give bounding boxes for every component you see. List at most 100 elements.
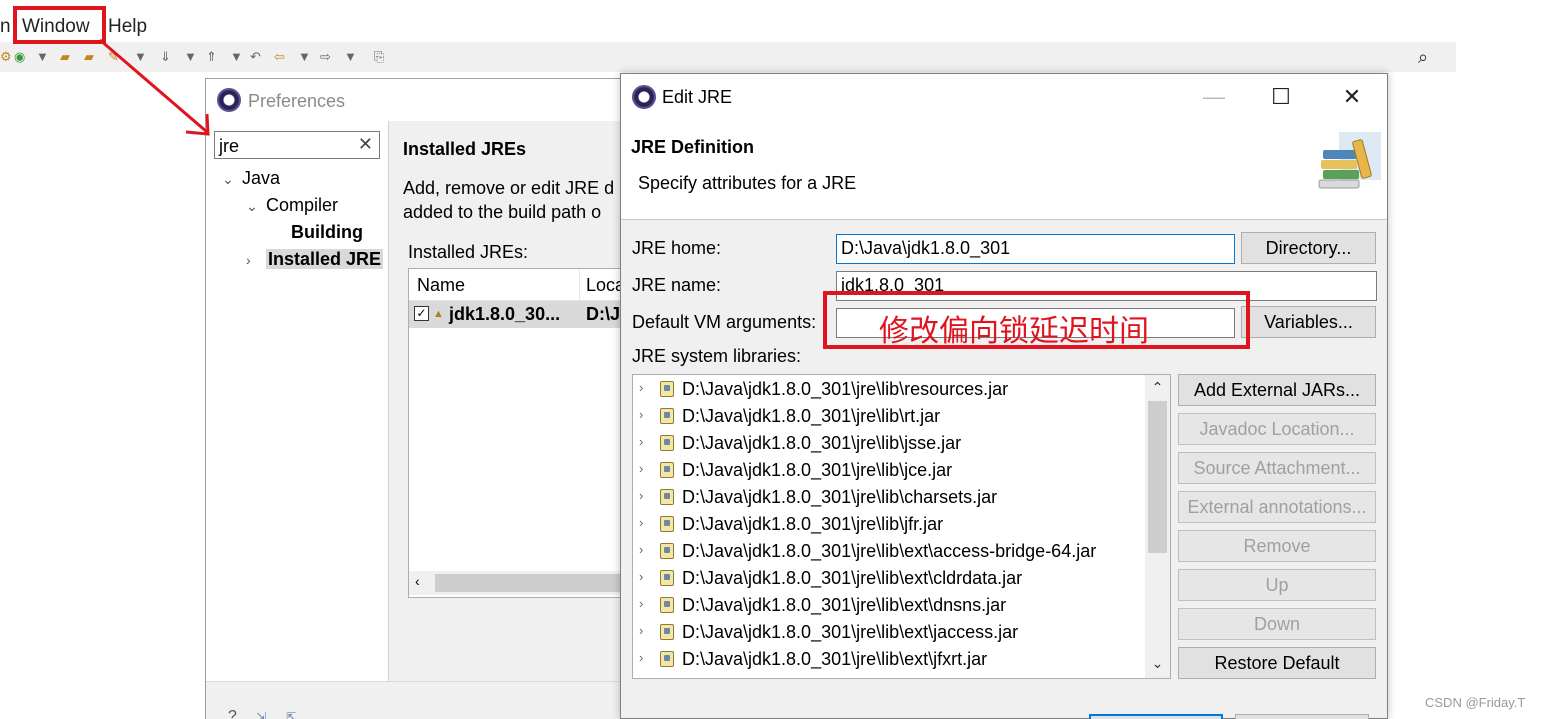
jre-home-input[interactable]: D:\Java\jdk1.8.0_301 <box>836 234 1235 264</box>
filter-input[interactable]: jre ✕ <box>214 131 380 159</box>
wizard-header: JRE Definition Specify attributes for a … <box>621 120 1387 220</box>
header-title: JRE Definition <box>631 137 755 157</box>
back-icon[interactable]: ⇦ <box>274 49 285 65</box>
tree-item-compiler[interactable]: ⌄ Compiler <box>246 195 338 216</box>
external-annotations-button[interactable]: External annotations... <box>1178 491 1376 523</box>
directory-button[interactable]: Directory... <box>1241 232 1376 264</box>
javadoc-location-button[interactable]: Javadoc Location... <box>1178 413 1376 445</box>
last-edit-icon[interactable]: ↶ <box>250 49 261 65</box>
page-description-line1: Add, remove or edit JRE d <box>403 178 615 198</box>
chevron-right-icon[interactable]: › <box>639 380 643 395</box>
chevron-right-icon[interactable]: › <box>639 596 643 611</box>
cancel-button[interactable] <box>1235 714 1369 719</box>
help-icon[interactable]: ? <box>228 708 237 719</box>
chevron-right-icon[interactable]: › <box>639 407 643 422</box>
run-icon[interactable]: ⚙ <box>0 49 12 65</box>
dropdown-icon[interactable]: ▼ <box>298 49 311 64</box>
dropdown-icon[interactable]: ▼ <box>230 49 243 64</box>
up-button[interactable]: Up <box>1178 569 1376 601</box>
dropdown-icon[interactable]: ▼ <box>344 49 357 64</box>
pin-editor-icon[interactable]: ⎘ <box>374 49 384 65</box>
clear-filter-icon[interactable]: ✕ <box>358 134 373 155</box>
list-item[interactable]: › D:\Java\jdk1.8.0_301\jre\lib\jce.jar <box>633 457 1143 484</box>
chevron-right-icon[interactable]: › <box>639 515 643 530</box>
scrollbar-thumb[interactable] <box>1148 401 1167 553</box>
open-type-icon[interactable]: ▰ <box>84 49 94 65</box>
chevron-right-icon[interactable]: › <box>639 542 643 557</box>
close-button[interactable]: ✕ <box>1329 82 1375 112</box>
menu-item-partial[interactable]: n <box>0 16 11 38</box>
page-title: Installed JREs <box>403 139 527 159</box>
list-item[interactable]: › D:\Java\jdk1.8.0_301\jre\lib\ext\jfxrt.… <box>633 646 1143 673</box>
chevron-down-icon[interactable]: ⌄ <box>246 198 266 215</box>
chevron-right-icon[interactable]: › <box>246 252 266 268</box>
installed-jres-table: Name Loca ✓ ▲ jdk1.8.0_30... D:\J ‹ <box>408 268 628 598</box>
libraries-vertical-scrollbar[interactable]: ⌃ ⌄ <box>1145 375 1170 678</box>
down-button[interactable]: Down <box>1178 608 1376 640</box>
dropdown-icon[interactable]: ▼ <box>36 49 49 64</box>
header-subtitle: Specify attributes for a JRE <box>638 173 857 193</box>
chevron-right-icon[interactable]: › <box>639 488 643 503</box>
tree-item-label: Compiler <box>266 195 339 215</box>
list-item[interactable]: › D:\Java\jdk1.8.0_301\jre\lib\ext\dnsns.… <box>633 592 1143 619</box>
source-attachment-button[interactable]: Source Attachment... <box>1178 452 1376 484</box>
chevron-right-icon[interactable]: › <box>639 461 643 476</box>
jar-icon <box>660 462 674 478</box>
list-item[interactable]: › D:\Java\jdk1.8.0_301\jre\lib\ext\access… <box>633 538 1143 565</box>
scrollbar-thumb[interactable] <box>435 574 625 592</box>
search-icon[interactable]: ⌕ <box>1418 47 1428 68</box>
remove-button[interactable]: Remove <box>1178 530 1376 562</box>
edit-jre-title: Edit JRE <box>662 87 733 107</box>
dropdown-icon[interactable]: ▼ <box>184 49 197 64</box>
tree-item-installed-jre[interactable]: › Installed JRE <box>246 249 384 270</box>
jre-name-cell: jdk1.8.0_30... <box>449 304 561 324</box>
chevron-right-icon[interactable]: › <box>639 650 643 665</box>
eclipse-logo-icon <box>217 88 241 112</box>
column-header-name[interactable]: Name <box>417 275 465 296</box>
list-item[interactable]: › D:\Java\jdk1.8.0_301\jre\lib\charsets.j… <box>633 484 1143 511</box>
add-external-jars-button[interactable]: Add External JARs... <box>1178 374 1376 406</box>
list-item[interactable]: › D:\Java\jdk1.8.0_301\jre\lib\jsse.jar <box>633 430 1143 457</box>
chevron-down-icon[interactable]: ⌄ <box>222 171 242 188</box>
chevron-right-icon[interactable]: › <box>639 569 643 584</box>
debug-icon[interactable]: ◉ <box>14 49 25 65</box>
maximize-button[interactable]: ☐ <box>1258 82 1304 112</box>
jre-location-cell: D:\J <box>586 304 621 324</box>
variables-button[interactable]: Variables... <box>1241 306 1376 338</box>
page-description-line2: added to the build path o <box>403 202 602 222</box>
preferences-title: Preferences <box>248 91 346 111</box>
forward-icon[interactable]: ⇨ <box>320 49 331 65</box>
annotation-text: 修改偏向锁延迟时间 <box>879 314 1149 349</box>
list-item[interactable]: › D:\Java\jdk1.8.0_301\jre\lib\resources.… <box>633 376 1143 403</box>
scroll-down-icon[interactable]: ⌄ <box>1145 655 1170 672</box>
minimize-button[interactable]: — <box>1191 82 1237 112</box>
list-item[interactable]: › D:\Java\jdk1.8.0_301\jre\lib\rt.jar <box>633 403 1143 430</box>
import-icon[interactable]: ⇲ <box>256 710 266 719</box>
tree-item-java[interactable]: ⌄ Java <box>222 168 280 189</box>
export-icon[interactable]: ⇱ <box>286 710 296 719</box>
finish-button[interactable] <box>1089 714 1223 719</box>
library-path: D:\Java\jdk1.8.0_301\jre\lib\ext\jaccess… <box>682 622 1019 642</box>
tree-item-building[interactable]: Building <box>291 222 363 243</box>
list-item[interactable]: › D:\Java\jdk1.8.0_301\jre\lib\jfr.jar <box>633 511 1143 538</box>
list-item[interactable]: › D:\Java\jdk1.8.0_301\jre\lib\ext\jacces… <box>633 619 1143 646</box>
system-libraries-label: JRE system libraries: <box>632 346 802 366</box>
jre-default-checkbox[interactable]: ✓ <box>414 306 429 321</box>
table-header: Name Loca <box>409 269 627 301</box>
jre-library-icon: ▲ <box>433 308 444 320</box>
scroll-up-icon[interactable]: ⌃ <box>1145 379 1170 396</box>
edit-jre-titlebar: Edit JRE — ☐ ✕ <box>621 74 1387 120</box>
open-task-icon[interactable]: ✎ <box>108 49 119 65</box>
next-annotation-icon[interactable]: ⇓ <box>160 49 171 65</box>
list-item[interactable]: › D:\Java\jdk1.8.0_301\jre\lib\ext\cldrda… <box>633 565 1143 592</box>
chevron-right-icon[interactable]: › <box>639 623 643 638</box>
open-folder-icon[interactable]: ▰ <box>60 49 70 65</box>
prev-annotation-icon[interactable]: ⇑ <box>206 49 217 65</box>
chevron-right-icon[interactable]: › <box>639 434 643 449</box>
table-row[interactable]: ✓ ▲ jdk1.8.0_30... D:\J <box>409 301 627 328</box>
menu-item-help[interactable]: Help <box>108 16 147 38</box>
table-horizontal-scrollbar[interactable]: ‹ <box>409 571 627 595</box>
scroll-left-icon[interactable]: ‹ <box>415 573 420 589</box>
dropdown-icon[interactable]: ▼ <box>134 49 147 64</box>
restore-default-button[interactable]: Restore Default <box>1178 647 1376 679</box>
